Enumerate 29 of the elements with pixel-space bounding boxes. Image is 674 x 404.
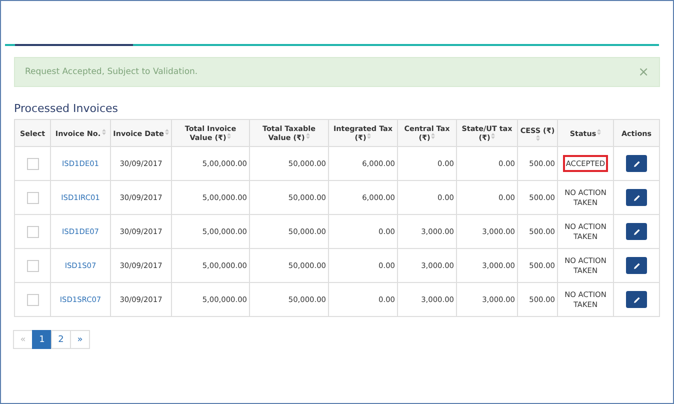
edit-button[interactable]	[626, 291, 647, 308]
sort-icon[interactable]	[102, 128, 106, 134]
pencil-icon	[632, 228, 640, 236]
pencil-icon	[632, 262, 640, 270]
sort-icon[interactable]	[164, 128, 169, 134]
section-title: Processed Invoices	[14, 102, 120, 116]
pencil-icon	[632, 296, 640, 304]
pencil-icon	[632, 160, 640, 168]
sort-icon[interactable]	[597, 128, 602, 134]
alert-message: Request Accepted, Subject to Validation.	[25, 67, 198, 77]
pencil-icon	[632, 194, 640, 202]
sort-icon[interactable]	[306, 133, 310, 139]
page-button[interactable]: 2	[51, 330, 71, 349]
sort-icon[interactable]	[367, 133, 372, 139]
sort-icon[interactable]	[227, 133, 232, 139]
next-page-button[interactable]: »	[70, 330, 90, 349]
edit-button[interactable]	[626, 189, 647, 206]
edit-button[interactable]	[626, 155, 647, 172]
page-button[interactable]: 1	[32, 330, 52, 349]
checkbox[interactable]	[26, 158, 38, 170]
sort-icon[interactable]	[431, 133, 436, 139]
edit-button[interactable]	[626, 257, 647, 274]
edit-button[interactable]	[626, 223, 647, 240]
sort-icon[interactable]	[536, 134, 540, 140]
sort-icon[interactable]	[491, 133, 496, 139]
checkbox[interactable]	[26, 294, 38, 306]
checkbox[interactable]	[26, 192, 38, 204]
checkbox[interactable]	[26, 260, 38, 272]
checkbox[interactable]	[26, 226, 38, 238]
